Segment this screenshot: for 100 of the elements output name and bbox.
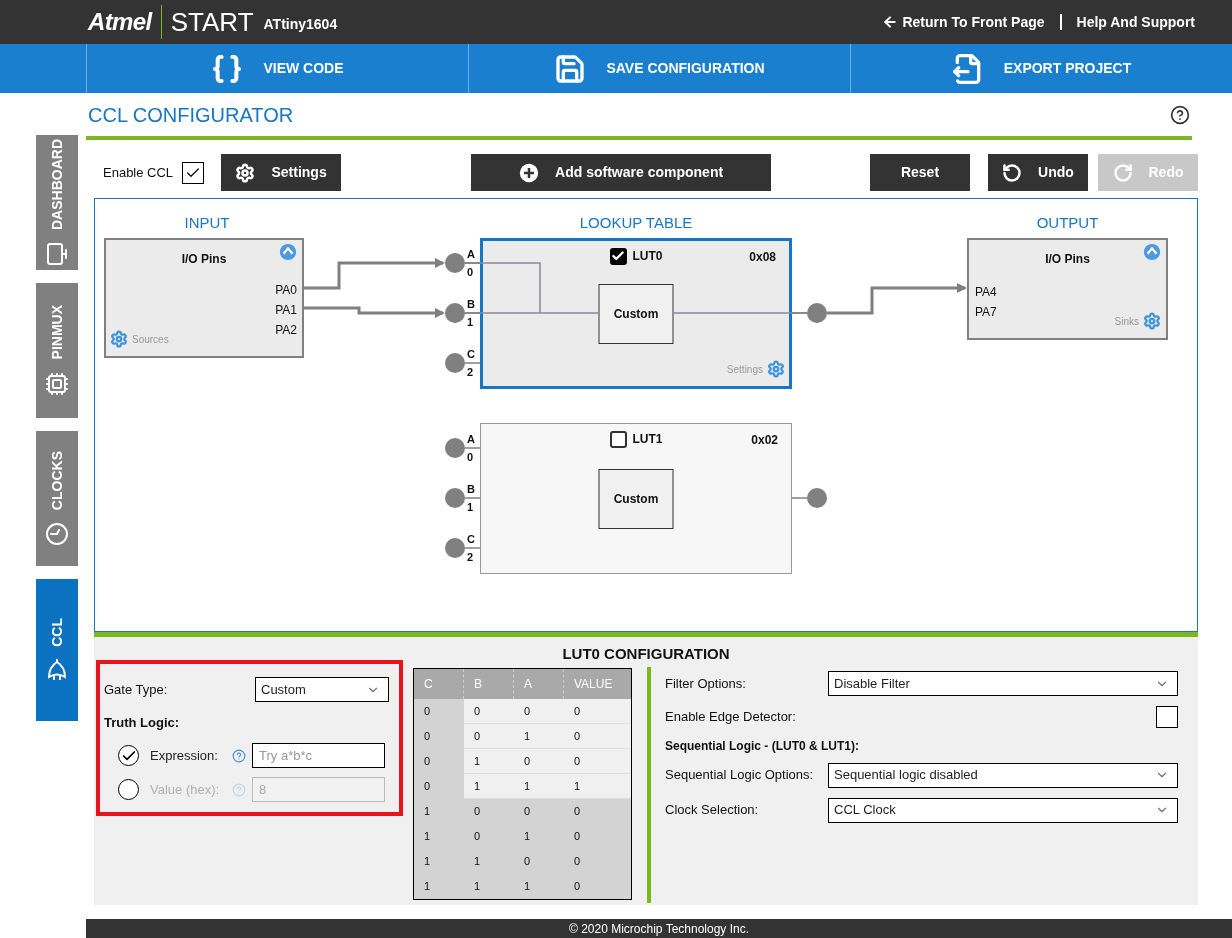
redo-icon: [1112, 162, 1133, 183]
field-label: Filter Options:: [665, 674, 746, 693]
plus-circle-icon: [519, 162, 540, 183]
table-cell-text: 0: [573, 829, 582, 845]
toolbar-button[interactable]: Add software component: [471, 154, 772, 191]
sidebar-tab[interactable]: CCL: [36, 579, 78, 721]
table-cell-text: 1: [523, 829, 532, 845]
settings-icon[interactable]: [110, 330, 128, 348]
pin-label: PA2: [275, 322, 297, 339]
table-cell: 1: [514, 724, 564, 749]
section-heading: INPUT: [183, 213, 231, 233]
logic-gate-icon: [45, 658, 69, 683]
field-label: Enable CCL: [103, 163, 174, 182]
nav-button[interactable]: SAVE CONFIGURATION: [468, 44, 850, 93]
header-link[interactable]: Help And Support: [1059, 14, 1195, 30]
table-cell: 1: [464, 749, 514, 774]
io-box-title: I/O Pins: [180, 251, 228, 268]
table-cell-text: 1: [423, 854, 432, 870]
undo-icon: [1002, 162, 1023, 183]
table-cell-text: 1: [473, 854, 482, 870]
radio-button[interactable]: [118, 779, 139, 800]
toolbar-button[interactable]: Settings: [221, 154, 342, 191]
table-cell-text: 1: [423, 829, 432, 845]
gate-block[interactable]: Custom: [598, 468, 674, 529]
section-heading: OUTPUT: [1035, 213, 1100, 233]
table-cell-text: 0: [423, 754, 432, 770]
lut-name: LUT0: [632, 248, 663, 265]
option-input[interactable]: Try a*b*c: [252, 743, 385, 768]
table-cell: 0: [564, 724, 631, 749]
table-cell-text: 0: [573, 854, 582, 870]
table-cell-text: 0: [423, 729, 432, 745]
table-cell: 0: [564, 699, 631, 724]
chevron-up-icon[interactable]: [1143, 243, 1161, 261]
edge-detector-checkbox[interactable]: [1156, 706, 1178, 728]
section-heading: LOOKUP TABLE: [578, 213, 694, 233]
toolbar-button[interactable]: Undo: [988, 154, 1088, 191]
copyright-text: © 2020 Microchip Technology Inc.: [568, 920, 750, 938]
table-cell-text: 0: [473, 829, 482, 845]
chevron-up-icon[interactable]: [279, 243, 297, 261]
field-label: Enable Edge Detector:: [665, 708, 796, 727]
braces-icon: [211, 52, 244, 85]
lut-checkbox[interactable]: [609, 247, 627, 265]
option-label: Expression:: [150, 746, 219, 765]
table-cell: 0: [464, 724, 514, 749]
check-icon: [611, 249, 625, 263]
panel-title: LUT0 CONFIGURATION: [562, 646, 730, 660]
field-label: Truth Logic:: [104, 715, 180, 730]
save-icon: [554, 52, 587, 85]
settings-icon[interactable]: [767, 360, 785, 378]
radio-button[interactable]: [118, 745, 139, 766]
table-cell: 1: [564, 774, 631, 799]
input-index: 1: [467, 502, 474, 513]
lut-name: LUT1: [632, 431, 663, 448]
brand-logo: Atmel: [88, 7, 152, 37]
sidebar-tab[interactable]: CLOCKS: [36, 431, 78, 566]
lut-value: 0x02: [751, 432, 778, 449]
header-link[interactable]: Return To Front Page: [882, 11, 1045, 33]
input-index: 0: [467, 267, 474, 278]
lut-block[interactable]: LUT0 0x08 Custom Settings: [480, 238, 792, 389]
lut-checkbox[interactable]: [609, 430, 627, 448]
device-name: ATtiny1604: [263, 14, 338, 34]
table-cell: 1: [464, 774, 514, 799]
nav-button[interactable]: EXPORT PROJECT: [850, 44, 1232, 93]
input-letter: A: [467, 434, 475, 445]
column-header: C: [414, 669, 464, 699]
sequential-select[interactable]: Sequential logic disabled: [828, 762, 1178, 788]
settings-icon[interactable]: [1143, 312, 1161, 330]
sidebar-tab[interactable]: PINMUX: [36, 283, 78, 418]
input-index: 0: [467, 452, 474, 463]
gate-block[interactable]: Custom: [598, 283, 674, 344]
table-cell: 0: [464, 699, 514, 724]
table-cell-text: 0: [523, 804, 532, 820]
table-cell: 0: [514, 699, 564, 724]
enable-checkbox[interactable]: [182, 161, 205, 184]
output-block[interactable]: I/O Pins PA4 PA7 Sinks: [967, 238, 1168, 340]
sidebar-tab[interactable]: DASHBOARD: [36, 135, 78, 270]
table-cell-text: 0: [423, 704, 432, 720]
table-cell-text: 0: [573, 879, 582, 895]
table-cell: 0: [514, 749, 564, 774]
lut-block[interactable]: LUT1 0x02 Custom: [480, 423, 792, 574]
gate-type-select[interactable]: Custom: [255, 677, 389, 702]
pin-label: PA1: [275, 302, 297, 319]
column-header: VALUE: [573, 676, 614, 693]
table-cell: 1: [514, 774, 564, 799]
input-block[interactable]: I/O Pins PA0 PA1 PA2 Sources: [104, 238, 304, 358]
input-letter: B: [467, 484, 475, 495]
input-index: 2: [467, 552, 474, 563]
lut-value: 0x08: [749, 249, 776, 266]
table-cell-text: 0: [473, 804, 482, 820]
nav-button[interactable]: VIEW CODE: [86, 44, 468, 93]
filter-select[interactable]: Disable Filter: [828, 671, 1178, 696]
settings-label: Settings: [726, 362, 763, 377]
input-letter: A: [467, 249, 475, 260]
table-cell: 0: [564, 749, 631, 774]
table-cell-text: 1: [473, 879, 482, 895]
clock-select[interactable]: CCL Clock: [828, 797, 1178, 823]
help-icon[interactable]: [1170, 104, 1190, 125]
toolbar-button[interactable]: Reset: [870, 154, 970, 191]
option-label: Value (hex):: [150, 780, 221, 799]
field-label: Clock Selection:: [665, 801, 759, 820]
